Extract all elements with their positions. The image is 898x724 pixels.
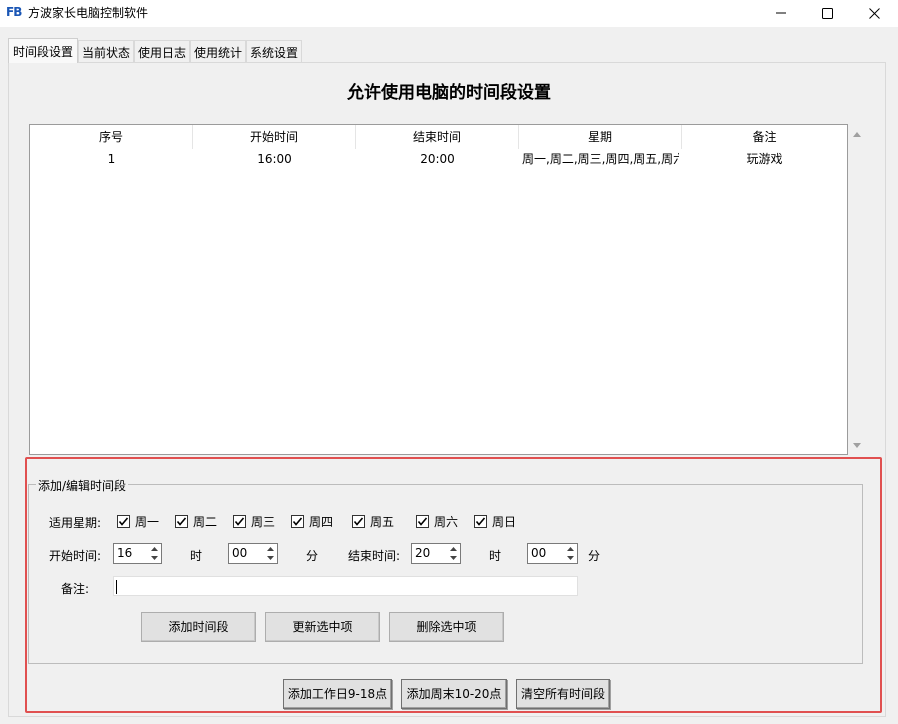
app-window: FB 方波家长电脑控制软件 时间段设置 当前状态 使用日志 使用统计 系统设置 … (0, 0, 898, 724)
cell-note: 玩游戏 (746, 152, 783, 166)
minimize-button[interactable] (758, 0, 804, 26)
highlight-box (25, 457, 882, 713)
close-button[interactable] (851, 0, 897, 26)
column-header-start[interactable]: 开始时间 (193, 125, 356, 149)
app-logo: FB (6, 5, 22, 19)
table-row[interactable]: 1 16:00 20:00 周一,周二,周三,周四,周五,周六 玩游戏 (30, 149, 847, 169)
tab-system-settings[interactable]: 系统设置 (246, 40, 302, 62)
minimize-icon (776, 12, 786, 14)
window-title: 方波家长电脑控制软件 (28, 6, 149, 20)
table-header: 序号 开始时间 结束时间 星期 备注 (30, 125, 847, 149)
cell-weekday: 周一,周二,周三,周四,周五,周六 (522, 152, 679, 166)
column-header-note[interactable]: 备注 (682, 125, 847, 149)
maximize-button[interactable] (804, 0, 850, 26)
tab-time-settings[interactable]: 时间段设置 (8, 38, 78, 63)
tab-usage-log[interactable]: 使用日志 (134, 40, 190, 62)
page-title: 允许使用电脑的时间段设置 (347, 83, 551, 103)
close-icon (868, 7, 880, 19)
scroll-up-icon[interactable] (852, 129, 862, 139)
maximize-icon (821, 7, 833, 19)
time-slot-table[interactable]: 序号 开始时间 结束时间 星期 备注 1 16:00 20:00 周一,周二,周… (29, 124, 848, 455)
cell-end: 20:00 (420, 152, 455, 166)
tab-usage-stats[interactable]: 使用统计 (190, 40, 246, 62)
column-header-end[interactable]: 结束时间 (356, 125, 519, 149)
column-header-weekday[interactable]: 星期 (519, 125, 682, 149)
cell-index: 1 (107, 152, 116, 166)
cell-start: 16:00 (257, 152, 292, 166)
scroll-down-icon[interactable] (852, 441, 862, 451)
tab-current-status[interactable]: 当前状态 (78, 40, 134, 62)
title-bar[interactable]: FB 方波家长电脑控制软件 (0, 0, 898, 27)
column-header-index[interactable]: 序号 (30, 125, 193, 149)
